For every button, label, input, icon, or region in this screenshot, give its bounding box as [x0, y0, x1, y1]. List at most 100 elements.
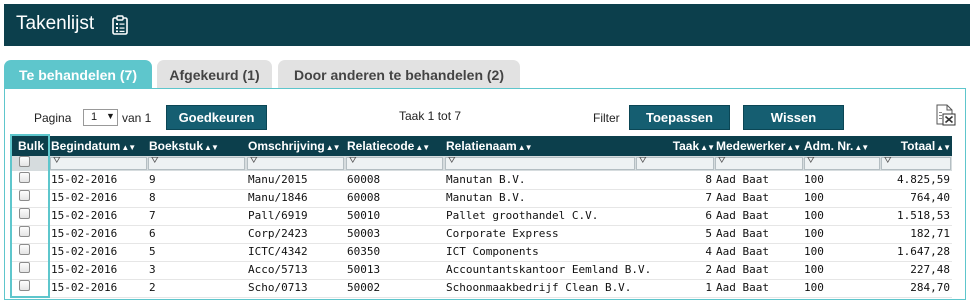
sort-icon: ▲▼ — [325, 143, 341, 152]
filter-relatiecode[interactable]: ⛛ — [346, 156, 443, 170]
cell-relatienaam: Accountantskantoor Eemland B.V. — [446, 263, 652, 276]
cell-adm-nr: 100 — [804, 209, 824, 222]
cell-medewerker: Aad Baat — [716, 245, 769, 258]
sort-icon: ▲▼ — [517, 143, 533, 152]
clear-filter-button[interactable]: Wissen — [743, 105, 844, 130]
cell-medewerker: Aad Baat — [716, 209, 769, 222]
cell-begindatum: 15-02-2016 — [51, 191, 118, 204]
sort-icon: ▲▼ — [415, 143, 430, 152]
cell-taak: 5 — [705, 227, 712, 240]
cell-relatiecode: 50010 — [347, 209, 381, 222]
col-relatiecode[interactable]: Relatiecode▲▼ — [347, 139, 430, 153]
page-title: Takenlijst — [16, 13, 95, 34]
cell-taak: 8 — [705, 173, 712, 186]
col-omschrijving[interactable]: Omschrijving▲▼ — [248, 139, 341, 153]
row-divider — [10, 297, 952, 298]
row-divider — [10, 225, 952, 226]
col-relatienaam[interactable]: Relatienaam▲▼ — [446, 139, 533, 153]
filter-omschrijving[interactable]: ⛛ — [247, 156, 344, 170]
cell-totaal: 4.825,59 — [897, 173, 950, 186]
col-totaal[interactable]: Totaal▲▼ — [880, 139, 951, 153]
tab-te-behandelen[interactable]: Te behandelen (7) — [4, 60, 152, 88]
page-select[interactable]: 1 ▼ — [83, 109, 118, 126]
cell-omschrijving: ICTC/4342 — [248, 245, 308, 258]
sort-icon: ▲▼ — [936, 143, 951, 152]
cell-omschrijving: Manu/1846 — [248, 191, 308, 204]
filter-begindatum[interactable]: ⛛ — [50, 156, 147, 170]
filter-boekstuk[interactable]: ⛛ — [148, 156, 245, 170]
filter-adm-nr[interactable]: ⛛ — [804, 156, 880, 170]
row-divider — [10, 261, 952, 262]
cell-boekstuk: 2 — [149, 281, 156, 294]
excel-export-icon[interactable] — [934, 104, 956, 126]
tab-door-anderen[interactable]: Door anderen te behandelen (2) — [278, 60, 520, 88]
cell-adm-nr: 100 — [804, 281, 824, 294]
app-header: Takenlijst — [4, 4, 970, 46]
sort-icon: ▲▼ — [204, 143, 219, 152]
sort-icon: ▲▼ — [854, 143, 869, 152]
cell-boekstuk: 6 — [149, 227, 156, 240]
filter-icon: ⛛ — [718, 156, 726, 166]
filter-icon: ⛛ — [807, 156, 815, 166]
cell-medewerker: Aad Baat — [716, 173, 769, 186]
filter-relatienaam[interactable]: ⛛ — [445, 156, 635, 170]
cell-medewerker: Aad Baat — [716, 281, 769, 294]
cell-begindatum: 15-02-2016 — [51, 173, 118, 186]
cell-begindatum: 15-02-2016 — [51, 209, 118, 222]
range-text: Taak 1 tot 7 — [399, 109, 462, 123]
page-count: van 1 — [122, 111, 152, 125]
cell-relatiecode: 50013 — [347, 263, 381, 276]
cell-relatienaam: Corporate Express — [446, 227, 559, 240]
sort-icon: ▲▼ — [786, 143, 801, 152]
cell-begindatum: 15-02-2016 — [51, 227, 118, 240]
cell-adm-nr: 100 — [804, 245, 824, 258]
filter-taak[interactable]: ⛛ — [636, 156, 714, 170]
cell-relatiecode: 60350 — [347, 245, 381, 258]
cell-relatienaam: ICT Components — [446, 245, 539, 258]
row-divider — [10, 243, 952, 244]
cell-boekstuk: 7 — [149, 209, 156, 222]
cell-taak: 1 — [705, 281, 712, 294]
cell-relatienaam: Manutan B.V. — [446, 191, 526, 204]
filter-icon: ⛛ — [349, 156, 357, 166]
col-boekstuk[interactable]: Boekstuk▲▼ — [149, 139, 219, 153]
cell-adm-nr: 100 — [804, 227, 824, 240]
row-divider — [10, 207, 952, 208]
cell-taak: 2 — [705, 263, 712, 276]
cell-taak: 4 — [705, 245, 712, 258]
cell-relatiecode: 50003 — [347, 227, 381, 240]
cell-omschrijving: Scho/0713 — [248, 281, 308, 294]
apply-filter-button[interactable]: Toepassen — [629, 105, 730, 130]
col-medewerker[interactable]: Medewerker▲▼ — [716, 139, 801, 153]
page-label: Pagina — [34, 111, 72, 125]
cell-adm-nr: 100 — [804, 263, 824, 276]
filter-medewerker[interactable]: ⛛ — [715, 156, 803, 170]
cell-begindatum: 15-02-2016 — [51, 245, 118, 258]
col-begindatum[interactable]: Begindatum▲▼ — [51, 139, 136, 153]
cell-totaal: 764,40 — [910, 191, 950, 204]
cell-medewerker: Aad Baat — [716, 191, 769, 204]
filter-totaal[interactable]: ⛛ — [881, 156, 951, 170]
col-adm-nr[interactable]: Adm. Nr.▲▼ — [804, 139, 869, 153]
approve-button[interactable]: Goedkeuren — [166, 105, 267, 130]
cell-boekstuk: 5 — [149, 245, 156, 258]
filter-icon: ⛛ — [884, 156, 892, 166]
tab-afgekeurd[interactable]: Afgekeurd (1) — [157, 60, 272, 88]
cell-relatienaam: Schoonmaakbedrijf Clean B.V. — [446, 281, 632, 294]
cell-totaal: 227,48 — [910, 263, 950, 276]
cell-omschrijving: Acco/5713 — [248, 263, 308, 276]
filter-icon: ⛛ — [250, 156, 258, 166]
cell-totaal: 1.518,53 — [897, 209, 950, 222]
cell-taak: 7 — [705, 191, 712, 204]
row-divider — [10, 279, 952, 280]
cell-boekstuk: 3 — [149, 263, 156, 276]
cell-relatienaam: Manutan B.V. — [446, 173, 526, 186]
col-taak[interactable]: Taak▲▼ — [660, 139, 715, 153]
cell-omschrijving: Manu/2015 — [248, 173, 308, 186]
chevron-down-icon: ▼ — [106, 111, 115, 121]
filter-label: Filter — [593, 111, 620, 125]
sort-icon: ▲▼ — [121, 143, 136, 152]
row-divider — [10, 189, 952, 190]
cell-boekstuk: 8 — [149, 191, 156, 204]
cell-adm-nr: 100 — [804, 191, 824, 204]
